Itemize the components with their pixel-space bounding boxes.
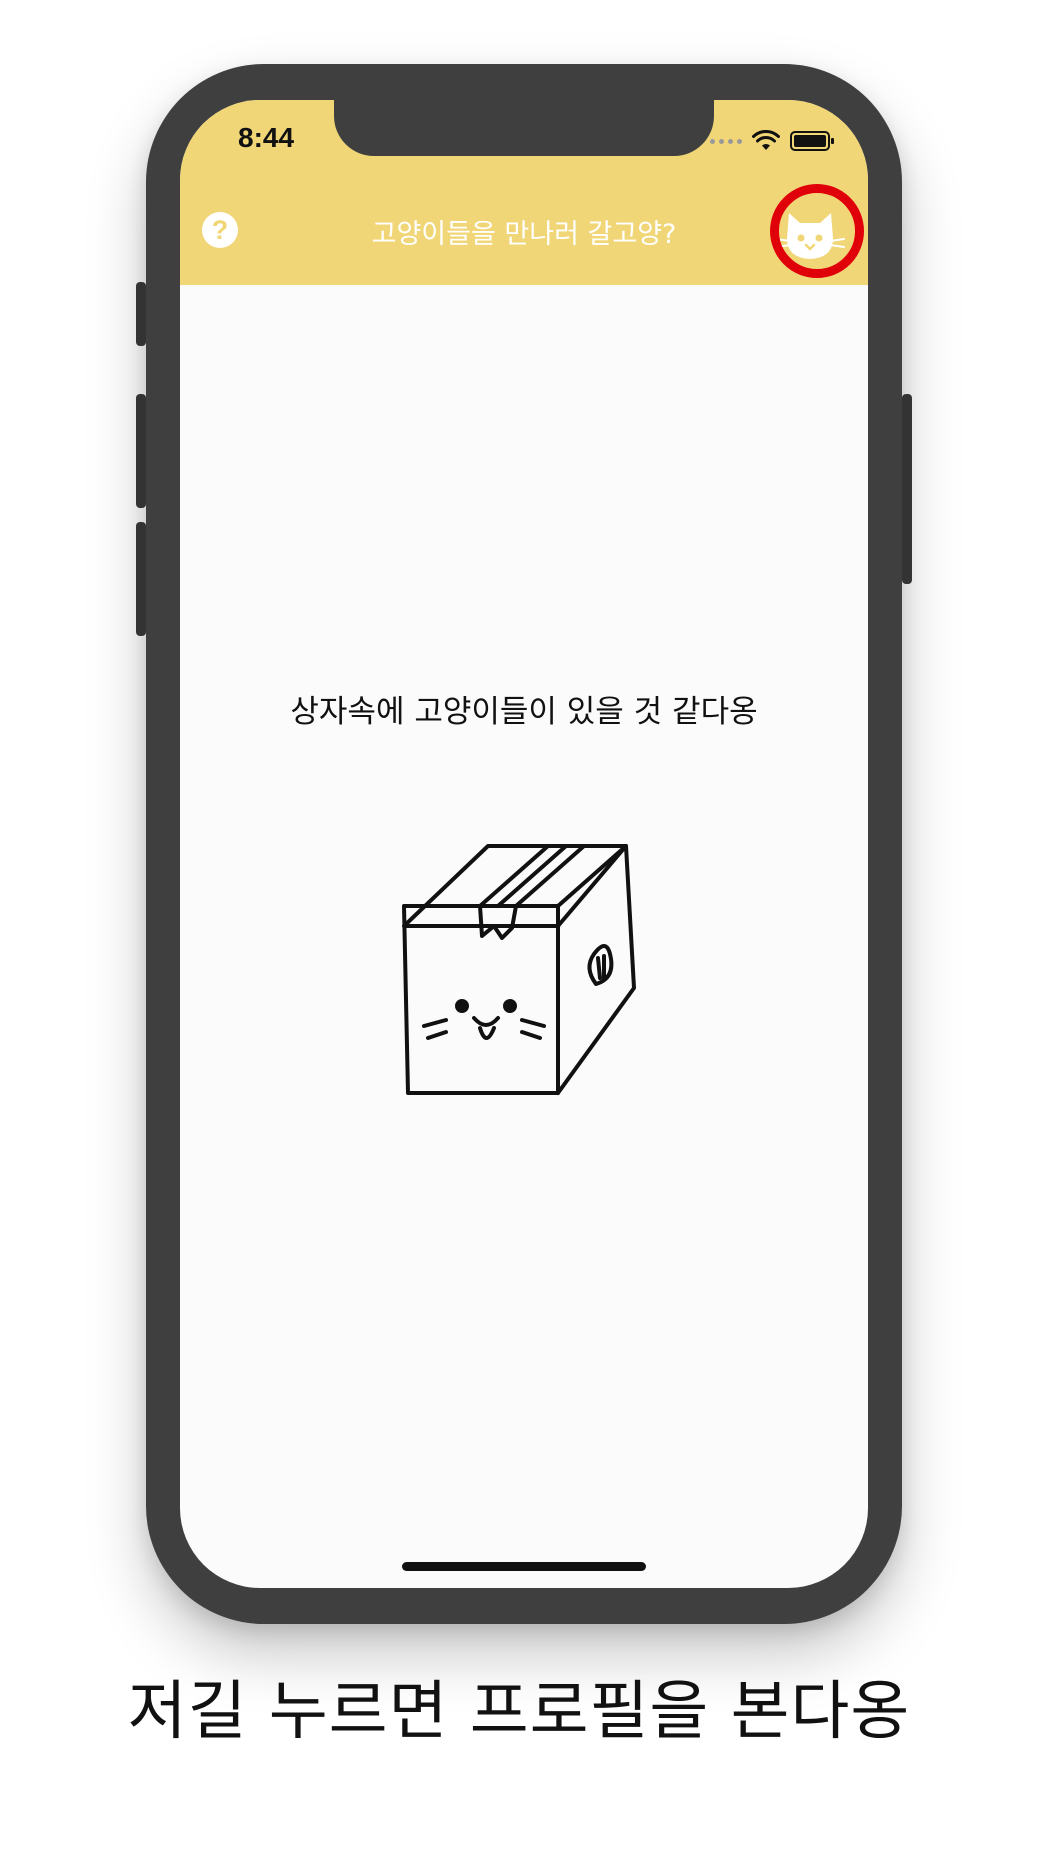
volume-up-button [136, 394, 146, 508]
wifi-icon [752, 130, 780, 150]
cat-box-illustration [402, 844, 636, 1095]
home-indicator[interactable] [402, 1562, 646, 1571]
navigation-bar: 8:44 ? 고양이들을 만나러 갈고양? [180, 100, 868, 285]
status-time: 8:44 [238, 122, 295, 153]
caption-text: 저길 누르면 프로필을 본다옹 [127, 1675, 911, 1749]
notch [334, 100, 714, 156]
battery-icon [790, 131, 834, 151]
mute-switch [136, 282, 146, 346]
nav-title: 고양이들을 만나러 갈고양? [371, 219, 677, 250]
volume-down-button [136, 522, 146, 636]
phone-screen: 8:44 ? 고양이들을 만나러 갈고양? 상자속에 고양이들이 있을 것 같다… [180, 100, 868, 1588]
status-icons [710, 130, 836, 152]
power-button [902, 394, 912, 584]
empty-state-message: 상자속에 고양이들이 있을 것 같다옹 [290, 694, 758, 730]
cat-face-icon[interactable] [772, 192, 848, 268]
cellular-signal-icon [710, 138, 742, 144]
